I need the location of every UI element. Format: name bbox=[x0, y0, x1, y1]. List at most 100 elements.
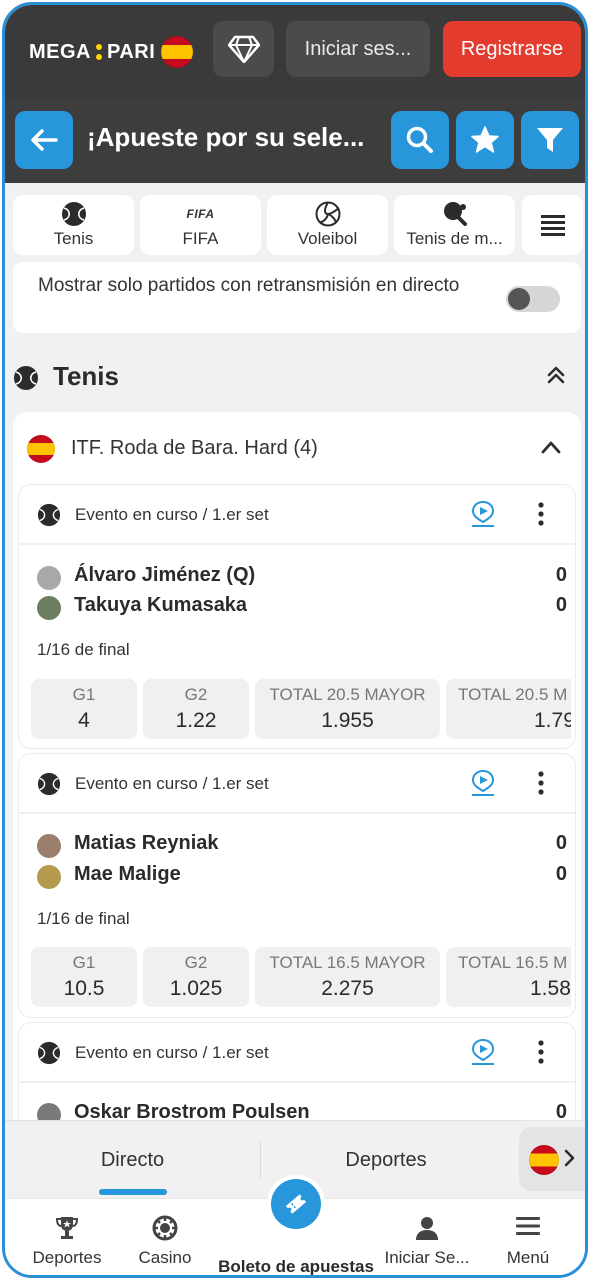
section-header-tenis[interactable]: Tenis bbox=[13, 355, 581, 399]
back-button[interactable] bbox=[15, 111, 73, 169]
more-sports-button[interactable] bbox=[522, 195, 583, 255]
odd-label: TOTAL 16.5 M bbox=[458, 953, 568, 972]
nav-menu[interactable]: Menú bbox=[483, 1199, 573, 1275]
betslip-button[interactable] bbox=[271, 1179, 321, 1229]
odd-value: 1.025 bbox=[169, 977, 223, 1000]
match-card[interactable]: Evento en curso / 1.er set Álvaro Jiméne… bbox=[19, 485, 575, 748]
app-frame: MEGA PARI Iniciar ses... Registrarse ¡Ap… bbox=[2, 2, 588, 1278]
team-name: Takuya Kumasaka bbox=[74, 594, 248, 616]
section-title: Tenis bbox=[53, 361, 119, 391]
spain-flag-icon bbox=[529, 1145, 559, 1175]
filter-button[interactable] bbox=[521, 111, 579, 169]
player-avatar bbox=[37, 566, 61, 590]
team-name: Álvaro Jiménez (Q) bbox=[74, 564, 256, 586]
nav-label: Iniciar Se... bbox=[384, 1248, 470, 1267]
odd-button[interactable]: TOTAL 16.5 M 1.585 bbox=[446, 947, 571, 1007]
nav-casino[interactable]: Casino bbox=[120, 1199, 210, 1275]
odd-button[interactable]: G1 4 bbox=[31, 679, 137, 739]
odd-button[interactable]: G2 1.025 bbox=[143, 947, 249, 1007]
odd-button[interactable]: G1 10.5 bbox=[31, 947, 137, 1007]
odd-button[interactable]: TOTAL 20.5 MAYOR 1.955 bbox=[255, 679, 440, 739]
odd-value: 1.585 bbox=[530, 977, 571, 1000]
megapari-logo[interactable]: MEGA PARI bbox=[29, 35, 194, 69]
stream-filter-row: Mostrar solo partidos con retransmisión … bbox=[13, 262, 581, 333]
live-stream-icon[interactable] bbox=[470, 1038, 496, 1066]
league-name: ITF. Roda de Bara. Hard (4) bbox=[71, 437, 318, 459]
live-stream-icon[interactable] bbox=[470, 769, 496, 797]
odd-button[interactable]: TOTAL 20.5 M 1.79 bbox=[446, 679, 571, 739]
stream-filter-label: Mostrar solo partidos con retransmisión … bbox=[38, 275, 460, 296]
match-round: 1/16 de final bbox=[37, 909, 130, 928]
volleyball-icon bbox=[315, 201, 340, 227]
star-icon bbox=[471, 126, 499, 153]
tab-tenis[interactable]: Tenis bbox=[13, 195, 134, 255]
odd-button[interactable]: TOTAL 16.5 MAYOR 2.275 bbox=[255, 947, 440, 1007]
odd-value: 10.5 bbox=[63, 977, 105, 1000]
tennis-ball-icon bbox=[37, 1041, 61, 1065]
odd-label: TOTAL 20.5 M bbox=[458, 685, 568, 704]
nav-deportes[interactable]: Deportes bbox=[17, 1199, 117, 1275]
user-icon bbox=[416, 1217, 438, 1240]
tennis-ball-icon bbox=[37, 503, 61, 527]
match-card[interactable]: Evento en curso / 1.er set Matias Reynia… bbox=[19, 754, 575, 1017]
vip-diamond-button[interactable] bbox=[213, 21, 274, 77]
odd-value: 1.955 bbox=[321, 709, 374, 732]
player-avatar bbox=[37, 834, 61, 858]
odd-label: TOTAL 20.5 MAYOR bbox=[269, 685, 426, 704]
hamburger-icon bbox=[516, 1217, 540, 1235]
tab-directo[interactable]: Directo bbox=[5, 1121, 260, 1199]
tab-label: Voleibol bbox=[297, 229, 358, 248]
odd-button[interactable]: G2 1.22 bbox=[143, 679, 249, 739]
fifa-icon: FIFA bbox=[186, 207, 215, 221]
trophy-icon bbox=[55, 1217, 79, 1239]
diamond-icon bbox=[227, 35, 260, 63]
stream-filter-toggle[interactable] bbox=[506, 286, 560, 312]
tab-label: Deportes bbox=[345, 1148, 427, 1171]
more-options-icon[interactable] bbox=[537, 770, 545, 796]
casino-chip-icon bbox=[152, 1215, 178, 1241]
more-options-icon[interactable] bbox=[537, 1039, 545, 1065]
spain-flag-icon bbox=[161, 36, 194, 68]
odd-label: G2 bbox=[184, 953, 208, 972]
match-status-row: Evento en curso / 1.er set bbox=[19, 485, 575, 545]
match-status-row: Evento en curso / 1.er set bbox=[19, 754, 575, 814]
odd-value: 1.22 bbox=[175, 709, 217, 732]
register-button[interactable]: Registrarse bbox=[443, 21, 581, 77]
tab-fifa[interactable]: FIFA FIFA bbox=[140, 195, 261, 255]
tab-voleibol[interactable]: Voleibol bbox=[267, 195, 388, 255]
odd-value: 2.275 bbox=[321, 977, 374, 1000]
logo-text-left: MEGA bbox=[29, 40, 91, 63]
active-tab-indicator bbox=[98, 1189, 167, 1195]
double-chevron-up-icon[interactable] bbox=[547, 365, 565, 385]
search-button[interactable] bbox=[391, 111, 449, 169]
page-title: ¡Apueste por su sele... bbox=[87, 122, 365, 152]
player-avatar bbox=[37, 596, 61, 620]
team-row: Matias Reyniak 0 bbox=[37, 832, 567, 860]
live-stream-icon[interactable] bbox=[470, 500, 496, 528]
chevron-up-icon[interactable] bbox=[541, 440, 561, 454]
odds-row: G1 4 G2 1.22 TOTAL 20.5 MAYOR 1.955 TOTA… bbox=[31, 679, 571, 739]
league-header[interactable]: ITF. Roda de Bara. Hard (4) bbox=[13, 412, 581, 484]
favorites-button[interactable] bbox=[456, 111, 514, 169]
language-button[interactable] bbox=[519, 1127, 585, 1191]
chevron-right-icon bbox=[564, 1149, 575, 1167]
bottom-navigation: Deportes Casino Boleto de apuestas Inici… bbox=[5, 1179, 585, 1276]
login-button[interactable]: Iniciar ses... bbox=[286, 21, 430, 77]
odd-value: 4 bbox=[78, 709, 90, 732]
tab-table-tennis[interactable]: Tenis de m... bbox=[394, 195, 515, 255]
league-card: ITF. Roda de Bara. Hard (4) Evento en cu… bbox=[13, 412, 581, 1143]
match-status: Evento en curso / 1.er set bbox=[75, 1043, 269, 1062]
tab-label: Tenis de m... bbox=[406, 229, 503, 248]
title-bar: ¡Apueste por su sele... bbox=[5, 98, 585, 183]
nav-label: Deportes bbox=[32, 1248, 102, 1267]
logo-dots bbox=[95, 42, 103, 62]
player-avatar bbox=[37, 865, 61, 889]
team-score: 0 bbox=[555, 832, 567, 854]
match-status: Evento en curso / 1.er set bbox=[75, 774, 269, 793]
odd-label: G1 bbox=[72, 953, 96, 972]
betslip-label: Boleto de apuestas bbox=[218, 1257, 374, 1276]
ticket-icon bbox=[285, 1194, 307, 1214]
more-options-icon[interactable] bbox=[537, 501, 545, 527]
nav-login[interactable]: Iniciar Se... bbox=[377, 1199, 477, 1275]
odd-label: G1 bbox=[72, 685, 96, 704]
